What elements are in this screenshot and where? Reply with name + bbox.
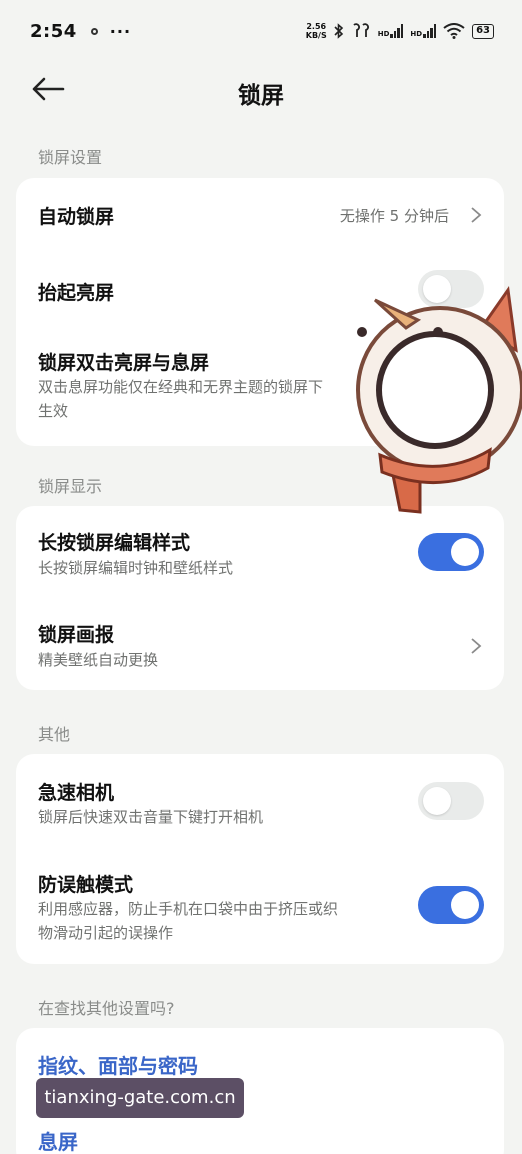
setting-anti-touch: 防误触模式 利用感应器，防止手机在口袋中由于挤压或织 物滑动引起的误操作 [16,846,504,964]
status-bar: 2:54 ··· 2.56 KB/S HD HD 63 [0,0,522,62]
chevron-right-icon [471,207,482,223]
setting-magazine[interactable]: 锁屏画报 精美壁纸自动更换 [16,598,504,690]
signal-icon [423,24,437,38]
setting-subtitle: 生效 [38,402,69,420]
card-lock-display: 长按锁屏编辑样式 长按锁屏编辑时钟和壁纸样式 锁屏画报 精美壁纸自动更换 [16,506,504,690]
setting-title: 锁屏双击亮屏与息屏 [38,352,210,374]
link-screen-off[interactable]: 息屏 [38,1126,78,1154]
anti-touch-toggle[interactable] [418,886,484,924]
setting-subtitle: 锁屏后快速双击音量下键打开相机 [38,808,264,826]
signal-icon [390,24,404,38]
setting-title: 自动锁屏 [38,206,115,228]
setting-subtitle: 利用感应器，防止手机在口袋中由于挤压或织 [38,900,339,918]
snowman-sticker-image [356,285,522,514]
setting-subtitle: 物滑动引起的误操作 [38,924,174,942]
wifi-icon [443,23,465,39]
section-label-lock-settings: 锁屏设置 [38,148,103,167]
section-label-lock-display: 锁屏显示 [38,477,103,496]
hd-label: HD [377,30,390,38]
battery-icon: 63 [472,23,494,39]
more-notifications-icon: ··· [109,21,132,41]
setting-title: 锁屏画报 [38,624,115,646]
chevron-right-icon [471,638,482,654]
status-time: 2:54 [30,20,77,42]
page-title: 锁屏 [238,83,284,109]
setting-title: 抬起亮屏 [38,282,115,304]
setting-title: 长按锁屏编辑样式 [38,532,191,554]
setting-subtitle: 长按锁屏编辑时钟和壁纸样式 [38,559,234,577]
bluetooth-icon [334,23,343,39]
earbuds-icon [353,23,369,37]
auto-lock-value: 无操作 5 分钟后 [339,207,449,225]
section-label-search: 在查找其他设置吗? [38,999,175,1018]
setting-quick-camera: 急速相机 锁屏后快速双击音量下键打开相机 [16,754,504,846]
link-fingerprint-face-password[interactable]: 指纹、面部与密码 [38,1050,198,1079]
status-icons: 2.56 KB/S HD HD 63 [306,22,494,40]
setting-auto-lock[interactable]: 自动锁屏 无操作 5 分钟后 [16,178,504,252]
card-others: 急速相机 锁屏后快速双击音量下键打开相机 防误触模式 利用感应器，防止手机在口袋… [16,754,504,964]
watermark: tianxing-gate.com.cn [36,1078,244,1118]
setting-title: 防误触模式 [38,874,134,896]
app-header: 锁屏 [0,62,522,118]
setting-title: 急速相机 [38,782,115,804]
long-press-toggle[interactable] [418,533,484,571]
section-label-others: 其他 [38,725,71,744]
hd-label: HD [410,30,423,38]
circle-notification-icon [90,27,98,35]
setting-subtitle: 双击息屏功能仅在经典和无界主题的锁屏下 [38,378,324,396]
network-speed: 2.56 KB/S [305,22,327,40]
setting-subtitle: 精美壁纸自动更换 [38,651,159,669]
quick-camera-toggle[interactable] [418,782,484,820]
